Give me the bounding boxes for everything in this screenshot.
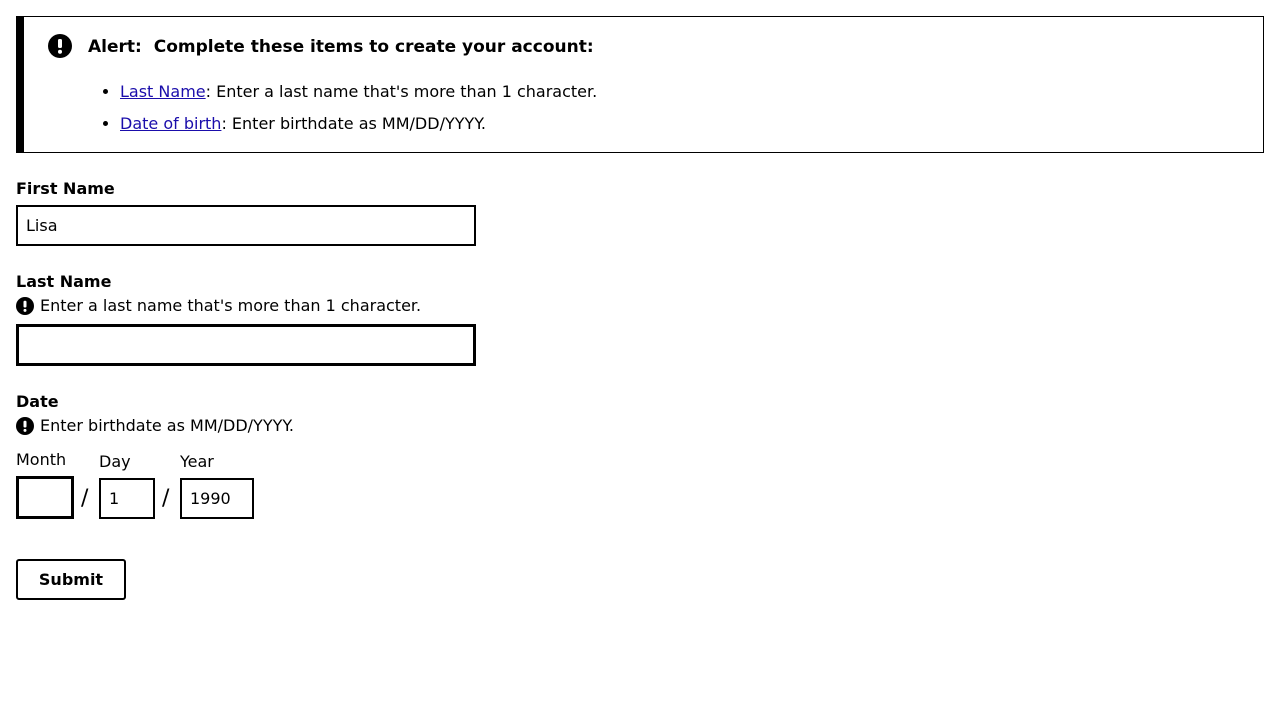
error-alert: Alert: Complete these items to create yo… [16,16,1264,153]
last-name-error: Enter a last name that's more than 1 cha… [16,296,421,316]
alert-title: Alert: Complete these items to create yo… [88,36,594,58]
alert-link-last-name[interactable]: Last Name [120,82,206,101]
first-name-label: First Name [16,179,115,198]
alert-error-text: : Enter birthdate as MM/DD/YYYY. [221,114,486,133]
month-label: Month [16,450,67,469]
date-separator: / [162,486,170,511]
exclamation-circle-icon [16,417,34,435]
date-label: Date [16,392,59,411]
day-input[interactable] [99,478,155,519]
alert-prefix: Alert: [88,37,142,57]
alert-heading: Complete these items to create your acco… [153,37,594,57]
alert-error-item: Date of birth: Enter birthdate as MM/DD/… [120,113,597,135]
month-input[interactable] [16,476,74,519]
alert-error-item: Last Name: Enter a last name that's more… [120,81,597,103]
year-label: Year [180,452,214,471]
alert-error-list: Last Name: Enter a last name that's more… [88,81,597,145]
date-error-text: Enter birthdate as MM/DD/YYYY. [40,416,294,435]
date-error: Enter birthdate as MM/DD/YYYY. [16,416,294,436]
submit-button[interactable]: Submit [16,559,126,600]
alert-link-date-of-birth[interactable]: Date of birth [120,114,221,133]
year-input[interactable] [180,478,254,519]
last-name-label: Last Name [16,272,112,291]
day-label: Day [99,452,131,471]
last-name-input[interactable] [16,324,476,366]
alert-error-text: : Enter a last name that's more than 1 c… [205,82,598,101]
last-name-error-text: Enter a last name that's more than 1 cha… [40,296,422,315]
exclamation-circle-icon [16,297,34,315]
exclamation-circle-icon [48,34,72,58]
date-separator: / [81,486,89,511]
first-name-input[interactable] [16,205,476,246]
